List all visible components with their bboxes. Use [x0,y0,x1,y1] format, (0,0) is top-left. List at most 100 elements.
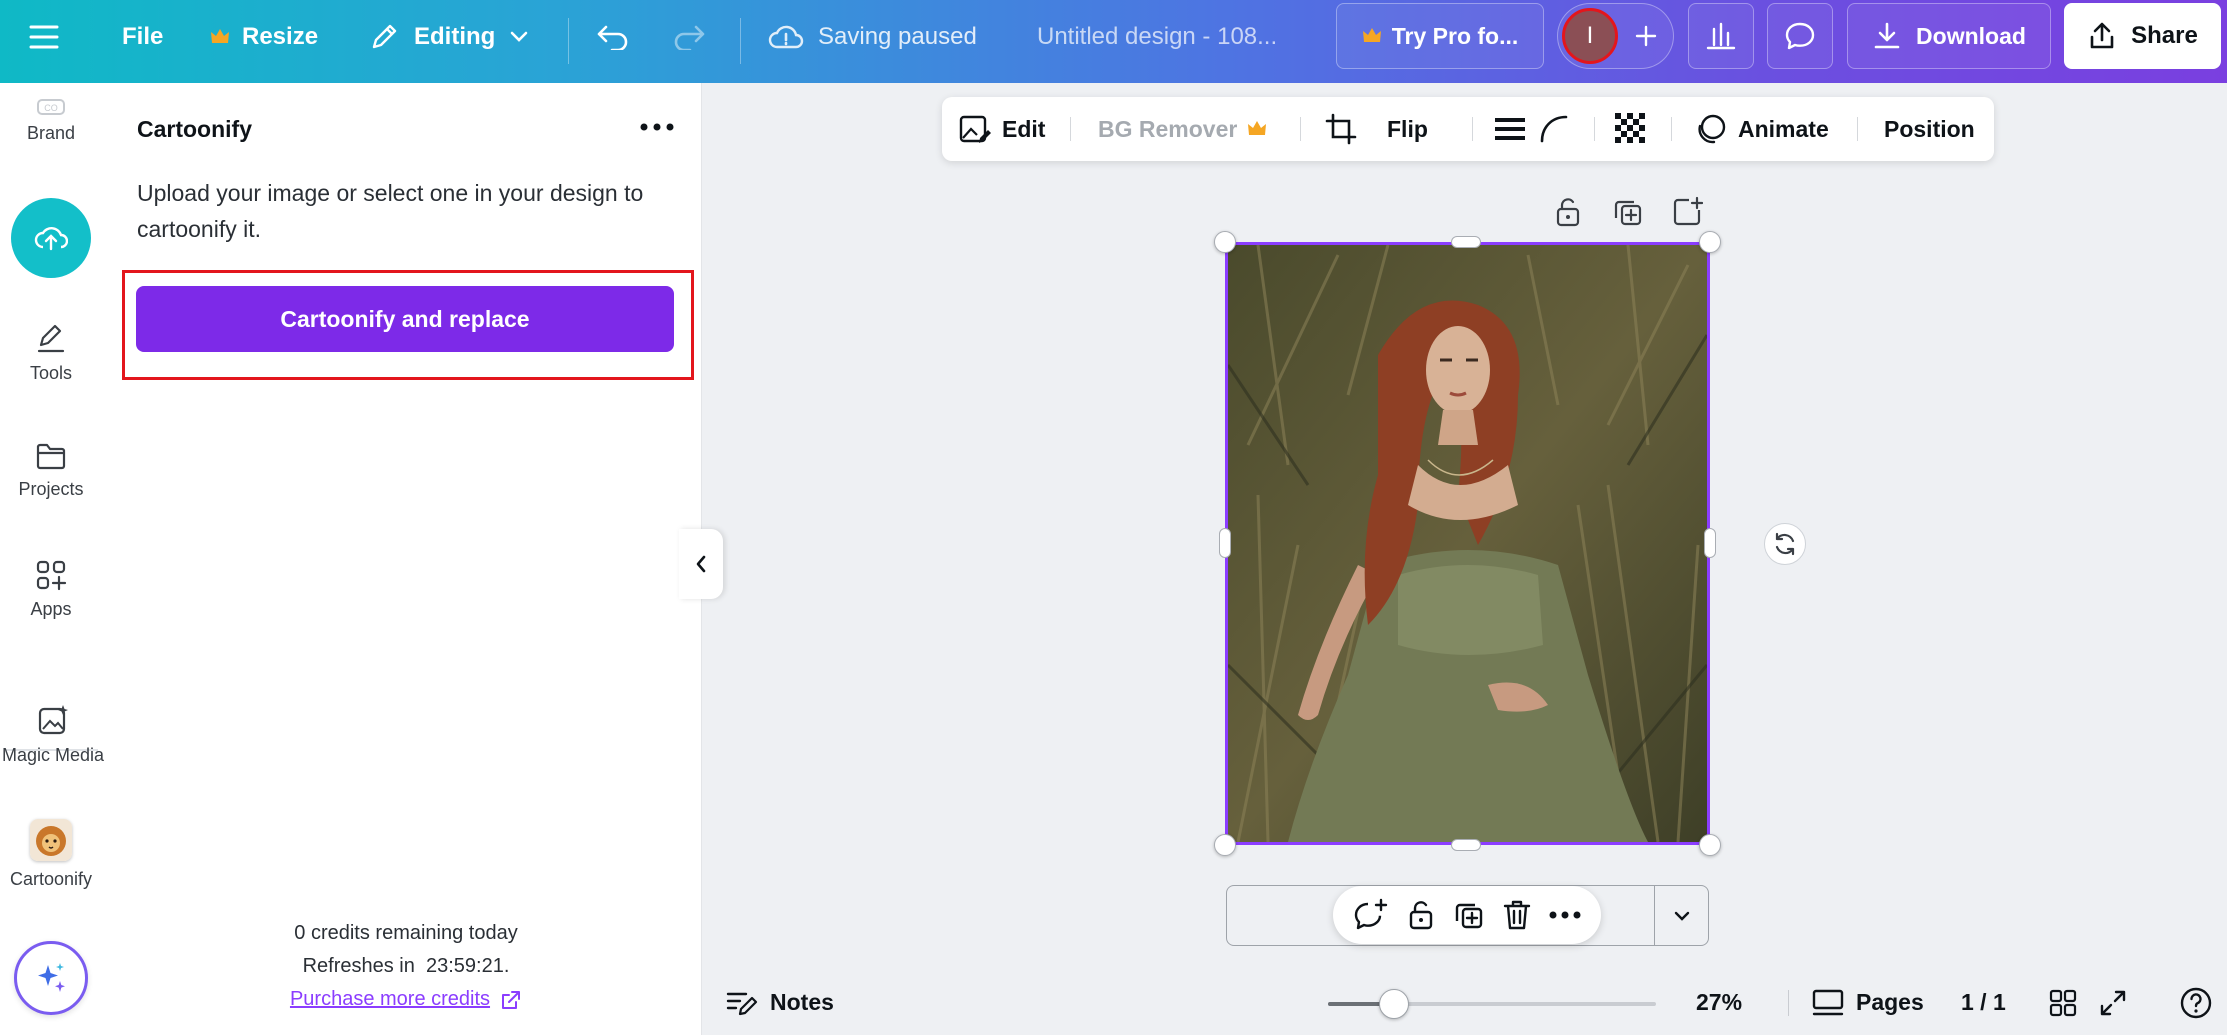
corner-rounding-button[interactable] [1538,97,1570,161]
notes-button[interactable]: Notes [726,970,834,1035]
panel-description: Upload your image or select one in your … [137,180,644,242]
divider [1671,117,1672,141]
rotate-button[interactable] [1764,523,1806,565]
animate-icon [1694,112,1728,146]
selected-image[interactable] [1225,242,1710,845]
position-label: Position [1884,115,1975,142]
avatar[interactable]: I [1562,8,1618,64]
pages-label: Pages [1856,989,1924,1015]
resize-handle-bottom-left[interactable] [1214,834,1236,856]
file-menu[interactable]: File [122,14,163,60]
position-button[interactable]: Position [1884,97,1975,161]
refresh-timer-text: Refreshes in 23:59:21. [302,955,510,977]
menu-icon[interactable] [28,14,74,60]
resize-handle-left[interactable] [1219,528,1231,558]
credits-info: 0 credits remaining today Refreshes in 2… [110,917,702,1016]
add-comment-icon[interactable] [1353,898,1389,932]
page-options-dropdown[interactable] [1655,886,1709,945]
chevron-left-icon [694,554,708,574]
animate-button[interactable]: Animate [1694,97,1829,161]
zoom-slider-thumb[interactable] [1378,989,1409,1019]
rail-label: Cartoonify [9,869,93,889]
resize-button[interactable]: Resize [210,14,318,60]
more-options-icon[interactable] [630,105,684,149]
lock-icon[interactable] [1552,196,1584,228]
divider [1788,990,1789,1016]
bg-remover-button[interactable]: BG Remover [1098,97,1267,161]
bottom-bar: Notes 27% Pages 1 / 1 [702,970,2227,1035]
crown-icon [1362,27,1382,45]
chevron-down-icon [509,30,529,44]
element-context-menu [1333,886,1601,944]
resize-handle-bottom[interactable] [1451,839,1481,851]
rail-item-apps[interactable]: Apps [0,559,102,620]
insights-button[interactable] [1688,3,1754,69]
zoom-percentage[interactable]: 27% [1696,970,1742,1035]
resize-handle-right[interactable] [1704,528,1716,558]
redo-icon[interactable] [672,14,716,60]
undo-icon[interactable] [596,14,640,60]
editing-mode-dropdown[interactable]: Editing [368,14,529,60]
pages-button[interactable]: Pages [1812,970,1924,1035]
resize-handle-top[interactable] [1451,236,1481,248]
more-options-icon[interactable] [1549,911,1581,919]
duplicate-icon[interactable] [1612,196,1644,228]
page-counter[interactable]: 1 / 1 [1961,970,2006,1035]
help-button[interactable] [2179,970,2213,1035]
design-title[interactable]: Untitled design - 108... [1037,14,1277,60]
image-toolbar: Edit BG Remover Flip Animate Position [942,97,1994,161]
divider [1857,117,1858,141]
cartoon-portrait-image [1228,245,1707,842]
cloud-warning-icon [768,23,804,51]
magic-assistant-button[interactable] [14,941,88,1015]
rail-label: Apps [30,599,72,619]
purchase-credits-link[interactable]: Purchase more credits [290,983,522,1016]
fullscreen-button[interactable] [2098,970,2128,1035]
crop-button[interactable] [1324,97,1358,161]
save-status[interactable]: Saving paused [768,14,977,60]
rail-item-brand[interactable]: CO Brand [0,99,102,144]
corner-rounding-icon [1538,113,1570,145]
lock-icon[interactable] [1406,899,1436,931]
animate-label: Animate [1738,115,1829,142]
apps-icon [35,559,67,591]
sparkle-icon [32,959,70,997]
border-style-button[interactable] [1494,97,1526,161]
notes-icon [726,989,758,1017]
resize-handle-bottom-right[interactable] [1699,834,1721,856]
rail-item-tools[interactable]: Tools [0,321,102,384]
resize-handle-top-left[interactable] [1214,231,1236,253]
rail-item-projects[interactable]: Projects [0,441,102,500]
transparency-button[interactable] [1614,97,1648,161]
share-button[interactable]: Share [2064,3,2221,69]
download-label: Download [1916,22,2026,49]
rail-item-magic-media[interactable]: Magic Media [2,703,104,766]
rail-item-uploads[interactable] [0,198,102,278]
edit-image-button[interactable]: Edit [958,97,1045,161]
flip-button[interactable]: Flip [1387,97,1428,161]
grid-view-button[interactable] [2048,970,2078,1035]
zoom-slider[interactable] [1328,989,1656,1019]
flip-label: Flip [1387,115,1428,142]
comments-button[interactable] [1767,3,1833,69]
crop-icon [1324,112,1358,146]
add-collaborator-icon[interactable] [1624,14,1668,58]
border-style-icon [1494,115,1526,143]
collapse-panel-button[interactable] [679,529,723,599]
file-label: File [122,23,164,50]
duplicate-icon[interactable] [1453,899,1485,931]
cartoonify-app-icon [30,819,72,861]
try-pro-button[interactable]: Try Pro fo... [1336,3,1544,69]
resize-handle-top-right[interactable] [1699,231,1721,253]
add-page-icon[interactable] [1671,196,1703,228]
edit-label: Edit [1002,115,1046,142]
divider [1070,117,1071,141]
cartoonify-and-replace-button[interactable]: Cartoonify and replace [136,286,674,352]
trash-icon[interactable] [1502,899,1532,931]
rail-item-cartoonify[interactable]: Cartoonify [0,819,102,890]
bar-chart-icon [1705,21,1737,51]
transparency-icon [1614,112,1648,146]
saving-status-text: Saving paused [818,23,977,50]
download-button[interactable]: Download [1847,3,2051,69]
divider [1300,117,1301,141]
